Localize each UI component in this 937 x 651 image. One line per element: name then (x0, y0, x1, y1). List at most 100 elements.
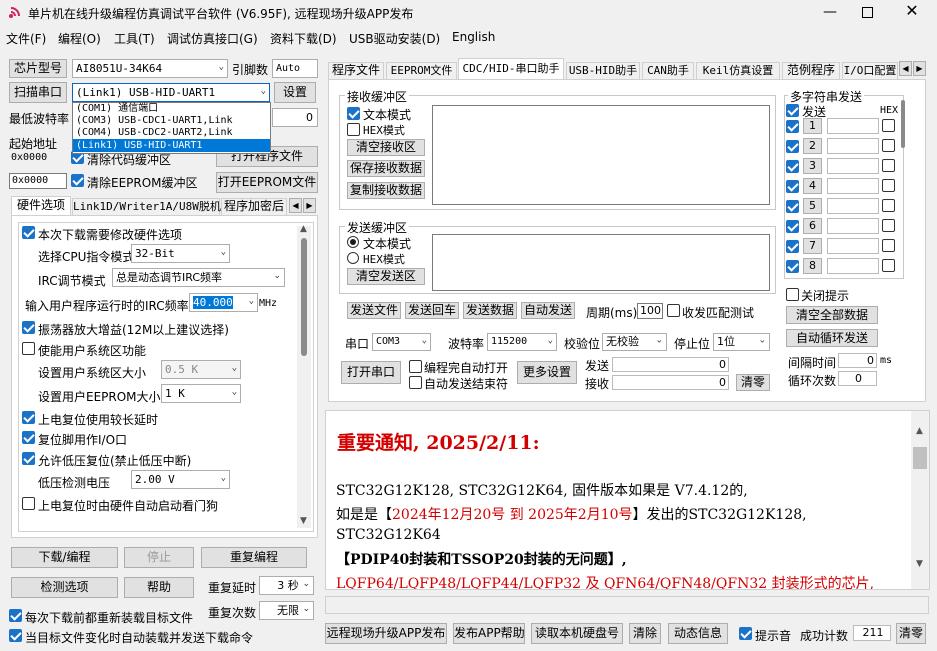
remote-upgrade-button[interactable]: 远程现场升级APP发布 (325, 623, 447, 644)
maximize-button[interactable] (853, 4, 881, 22)
multi-send-checkbox[interactable] (786, 104, 799, 117)
multi-row-send-button[interactable]: 3 (803, 158, 822, 174)
min-baud-select[interactable]: 0 (272, 108, 318, 127)
reset-count-button[interactable]: 清零 (896, 623, 926, 644)
read-disk-button[interactable]: 读取本机硬盘号 (531, 623, 623, 644)
clear-all-button[interactable]: 清空全部数据 (786, 306, 878, 324)
check-options-button[interactable]: 检测选项 (11, 577, 118, 598)
lvd-select[interactable]: 2.00 V ⌄ (131, 470, 230, 489)
notice-scrollbar[interactable]: ▲ ▼ (911, 411, 929, 589)
copy-recv-button[interactable]: 复制接收数据 (347, 182, 425, 199)
lvr-checkbox[interactable] (22, 452, 35, 465)
recv-text-mode-checkbox[interactable] (347, 107, 360, 120)
menu-downloads[interactable]: 资料下载(D) (270, 30, 337, 47)
multi-row-send-button[interactable]: 8 (803, 258, 822, 274)
auto-loop-button[interactable]: 自动循环发送 (786, 329, 878, 347)
multi-row-input[interactable] (827, 138, 879, 154)
sys-area-checkbox[interactable] (22, 342, 35, 355)
port-option[interactable]: (COM4) USB-CDC2-UART2,Link (73, 127, 270, 139)
recv-hex-mode-checkbox[interactable] (347, 123, 360, 136)
right-tab-scroll-left[interactable]: ◀ (899, 61, 912, 76)
multi-row-hex-checkbox[interactable] (882, 239, 895, 252)
tab-serial-helper[interactable]: CDC/HID-串口助手 (458, 58, 564, 79)
multi-row-send-button[interactable]: 5 (803, 198, 822, 214)
menu-english[interactable]: English (452, 30, 495, 44)
send-hex-mode-radio[interactable] (347, 252, 359, 264)
tab-eeprom-file[interactable]: EEPROM文件 (386, 62, 457, 79)
multi-row-hex-checkbox[interactable] (882, 159, 895, 172)
multi-row-checkbox[interactable] (786, 120, 799, 133)
period-input[interactable]: 100 (637, 303, 663, 319)
multi-row-hex-checkbox[interactable] (882, 219, 895, 232)
clear-button[interactable]: 清除 (629, 623, 661, 644)
tab-scroll-left[interactable]: ◀ (289, 198, 302, 213)
port-select[interactable]: (Link1) USB-HID-UART1 ⌄ (72, 83, 270, 102)
options-scrollbar[interactable]: ▲ ▼ (297, 224, 311, 528)
clear-recv-button[interactable]: 清空接收区 (347, 139, 425, 156)
multi-row-input[interactable] (827, 158, 879, 174)
send-text-mode-radio[interactable] (347, 236, 359, 248)
receive-textarea[interactable] (432, 105, 770, 205)
port-option-selected[interactable]: (Link1) USB-HID-UART1 (73, 139, 270, 152)
auto-open-checkbox[interactable] (409, 360, 422, 373)
stop-bits-select[interactable]: 1位 ⌄ (713, 333, 770, 351)
tab-usb-hid[interactable]: USB-HID助手 (566, 62, 640, 79)
clear-eeprom-checkbox[interactable] (71, 174, 84, 187)
scan-port-button[interactable]: 扫描串口 (9, 82, 67, 103)
baud-select[interactable]: 115200 ⌄ (487, 333, 557, 351)
settings-button[interactable]: 设置 (274, 82, 316, 103)
reprogram-button[interactable]: 重复编程 (201, 547, 307, 568)
osc-gain-checkbox[interactable] (22, 321, 35, 334)
port-option[interactable]: (COM1) 通信端口 (73, 103, 270, 115)
reload-each-checkbox[interactable] (9, 609, 22, 622)
tab-program-file[interactable]: 程序文件 (328, 62, 384, 79)
multi-scrollbar[interactable] (901, 100, 905, 148)
tab-examples[interactable]: 范例程序 (782, 62, 840, 79)
auto-end-checkbox[interactable] (409, 376, 422, 389)
clear-counts-button[interactable]: 清零 (736, 374, 770, 391)
tab-hardware-options[interactable]: 硬件选项 (11, 196, 71, 215)
multi-row-checkbox[interactable] (786, 240, 799, 253)
send-data-button[interactable]: 发送数据 (463, 302, 517, 319)
multi-row-send-button[interactable]: 2 (803, 138, 822, 154)
reset-pin-checkbox[interactable] (22, 431, 35, 444)
multi-row-input[interactable] (827, 258, 879, 274)
tab-offline[interactable]: Link1D/Writer1A/U8W脱机 (72, 198, 221, 215)
multi-row-checkbox[interactable] (786, 180, 799, 193)
parity-select[interactable]: 无校验 ⌄ (602, 333, 667, 351)
multi-row-hex-checkbox[interactable] (882, 179, 895, 192)
menu-debug[interactable]: 调试仿真接口(G) (167, 30, 258, 47)
multi-row-hex-checkbox[interactable] (882, 199, 895, 212)
multi-row-input[interactable] (827, 218, 879, 234)
eeprom-size-select[interactable]: 1 K ⌄ (161, 384, 241, 403)
match-test-checkbox[interactable] (667, 304, 680, 317)
tab-io-config[interactable]: I/O口配置 (842, 62, 898, 79)
multi-row-send-button[interactable]: 6 (803, 218, 822, 234)
cpu-mode-select[interactable]: 32-Bit ⌄ (131, 244, 230, 263)
minimize-button[interactable]: — (815, 4, 845, 22)
send-return-button[interactable]: 发送回车 (405, 302, 459, 319)
multi-row-input[interactable] (827, 238, 879, 254)
menu-file[interactable]: 文件(F) (6, 30, 46, 47)
send-file-button[interactable]: 发送文件 (347, 302, 401, 319)
menu-tools[interactable]: 工具(T) (114, 30, 155, 47)
serial-port-select[interactable]: COM3 ⌄ (372, 333, 431, 351)
multi-row-input[interactable] (827, 118, 879, 134)
beep-checkbox[interactable] (739, 627, 752, 640)
dynamic-info-button[interactable]: 动态信息 (668, 623, 728, 644)
help-button[interactable]: 帮助 (124, 577, 194, 598)
tab-encryption[interactable]: 程序加密后 (221, 198, 287, 215)
wdt-checkbox[interactable] (22, 497, 35, 510)
multi-row-send-button[interactable]: 1 (803, 118, 822, 134)
save-recv-button[interactable]: 保存接收数据 (347, 160, 425, 177)
send-textarea[interactable] (432, 234, 770, 291)
irc-freq-select[interactable]: 40.000 ⌄ (189, 293, 258, 312)
download-button[interactable]: 下载/编程 (11, 547, 118, 568)
tab-keil[interactable]: Keil仿真设置 (696, 62, 780, 79)
close-button[interactable]: ✕ (897, 1, 927, 23)
multi-row-checkbox[interactable] (786, 200, 799, 213)
eeprom-addr-input[interactable]: 0x0000 (9, 173, 67, 189)
multi-row-hex-checkbox[interactable] (882, 119, 895, 132)
more-settings-button[interactable]: 更多设置 (517, 361, 577, 384)
multi-row-hex-checkbox[interactable] (882, 139, 895, 152)
